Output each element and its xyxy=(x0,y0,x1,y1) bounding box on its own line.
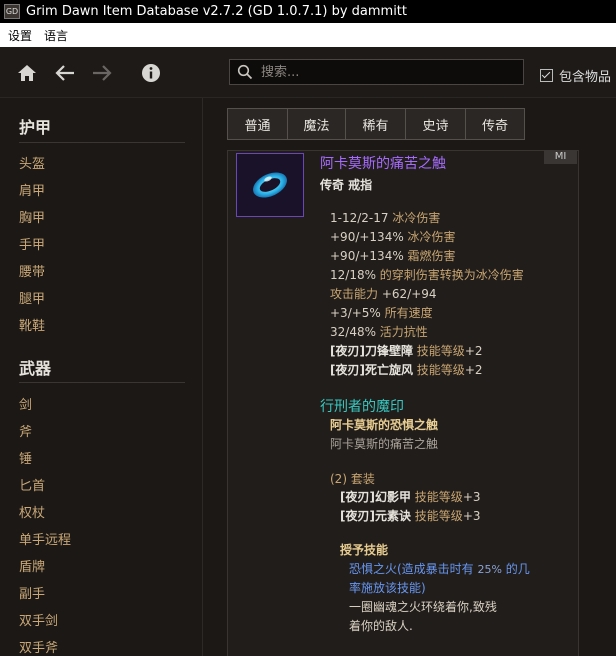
item-content-area: 普通 魔法 稀有 史诗 传奇 MI 阿卡莫斯的痛苦之触 传奇 戒指 1-12/2… xyxy=(203,98,616,656)
title-bar: GD Grim Dawn Item Database v2.7.2 (GD 1.… xyxy=(0,0,616,23)
sidebar-item-scepter[interactable]: 权杖 xyxy=(19,502,45,521)
armor-divider xyxy=(19,142,185,143)
sidebar-item-shoulders[interactable]: 肩甲 xyxy=(19,180,45,199)
tab-common[interactable]: 普通 xyxy=(228,109,288,139)
granted-skill-desc: 着你的敌人. xyxy=(349,619,413,633)
sidebar-item-offhand[interactable]: 副手 xyxy=(19,583,45,602)
toolbar: 包含物品 xyxy=(0,47,616,98)
stat-line: 1-12/2-17 冰冷伤害 xyxy=(330,211,441,225)
tab-epic[interactable]: 史诗 xyxy=(406,109,466,139)
granted-skill-desc: 一圈幽魂之火环绕着你,致残 xyxy=(349,600,497,614)
menu-bar: 设置 语言 xyxy=(0,23,616,47)
tab-legendary[interactable]: 传奇 xyxy=(466,109,524,139)
skill-bonus-line: [夜刃]刀锋壁障 技能等级+2 xyxy=(330,344,483,358)
home-button[interactable] xyxy=(15,61,39,85)
sidebar-item-axe-2h[interactable]: 双手斧 xyxy=(19,637,58,656)
home-icon xyxy=(18,65,36,81)
stat-line: +90/+134% 霜燃伤害 xyxy=(330,249,456,263)
sidebar-item-chest[interactable]: 胸甲 xyxy=(19,207,45,226)
sidebar-item-sword[interactable]: 剑 xyxy=(19,394,32,413)
include-items-label: 包含物品 xyxy=(559,70,612,85)
stat-line: +90/+134% 冰冷伤害 xyxy=(330,230,456,244)
rarity-tabs: 普通 魔法 稀有 史诗 传奇 xyxy=(227,108,525,140)
item-thumbnail[interactable] xyxy=(236,153,304,217)
arrow-right-icon xyxy=(93,65,112,81)
include-items-toggle[interactable]: 包含物品 xyxy=(540,66,611,85)
forward-button[interactable] xyxy=(90,61,114,85)
window-title: Grim Dawn Item Database v2.7.2 (GD 1.0.7… xyxy=(26,4,407,19)
sidebar-item-helmet[interactable]: 头盔 xyxy=(19,153,45,172)
info-icon xyxy=(142,64,160,82)
sidebar-item-shield[interactable]: 盾牌 xyxy=(19,556,45,575)
sidebar-item-belt[interactable]: 腰带 xyxy=(19,261,45,280)
sidebar-item-legs[interactable]: 腿甲 xyxy=(19,288,45,307)
granted-skill-trigger: 率施放该技能) xyxy=(349,581,426,595)
item-name: 阿卡莫斯的痛苦之触 xyxy=(320,156,446,172)
set-bonus-header: (2) 套装 xyxy=(330,472,375,486)
mi-badge: MI xyxy=(544,150,577,164)
info-button[interactable] xyxy=(139,61,163,85)
set-bonus-line: [夜刃]幻影甲 技能等级+3 xyxy=(340,490,481,504)
search-input[interactable] xyxy=(259,63,513,81)
menu-settings[interactable]: 设置 xyxy=(8,27,32,44)
stat-line: 12/18% 的穿刺伤害转换为冰冷伤害 xyxy=(330,268,524,282)
sidebar-item-sword-2h[interactable]: 双手剑 xyxy=(19,610,58,629)
set-member: 阿卡莫斯的痛苦之触 xyxy=(330,437,439,451)
sidebar-item-boots[interactable]: 靴鞋 xyxy=(19,315,45,334)
stat-line: +3/+5% 所有速度 xyxy=(330,306,433,320)
app-icon: GD xyxy=(4,4,20,19)
ring-icon xyxy=(253,172,287,198)
weapons-section-title: 武器 xyxy=(19,359,52,378)
set-bonus-line: [夜刃]元素诀 技能等级+3 xyxy=(340,509,481,523)
granted-skill-name: 恐惧之火(造成暴击时有 25% 的几 xyxy=(349,562,530,576)
sidebar-item-gloves[interactable]: 手甲 xyxy=(19,234,45,253)
tab-rare[interactable]: 稀有 xyxy=(346,109,406,139)
stat-line: 攻击能力 +62/+94 xyxy=(330,287,437,301)
include-items-checkbox[interactable] xyxy=(540,69,553,82)
armor-section-title: 护甲 xyxy=(19,118,52,137)
stat-line: 32/48% 活力抗性 xyxy=(330,325,428,339)
weapons-divider xyxy=(19,382,185,383)
back-button[interactable] xyxy=(53,61,77,85)
sidebar-item-dagger[interactable]: 匕首 xyxy=(19,475,45,494)
search-box[interactable] xyxy=(229,59,524,85)
set-name: 行刑者的魔印 xyxy=(320,399,404,415)
granted-skill-label: 授予技能 xyxy=(340,543,389,557)
search-icon xyxy=(237,64,253,80)
item-type: 传奇 戒指 xyxy=(320,178,373,192)
menu-language[interactable]: 语言 xyxy=(44,27,68,44)
arrow-left-icon xyxy=(55,65,74,81)
set-member: 阿卡莫斯的恐惧之触 xyxy=(330,418,439,432)
sidebar-item-ranged-1h[interactable]: 单手远程 xyxy=(19,529,71,548)
skill-bonus-line: [夜刃]死亡旋风 技能等级+2 xyxy=(330,363,483,377)
sidebar-item-mace[interactable]: 锤 xyxy=(19,448,32,467)
tab-magic[interactable]: 魔法 xyxy=(288,109,346,139)
sidebar-item-axe[interactable]: 斧 xyxy=(19,421,32,440)
category-sidebar: 护甲 头盔 肩甲 胸甲 手甲 腰带 腿甲 靴鞋 武器 剑 斧 锤 匕首 权杖 单… xyxy=(0,98,203,656)
